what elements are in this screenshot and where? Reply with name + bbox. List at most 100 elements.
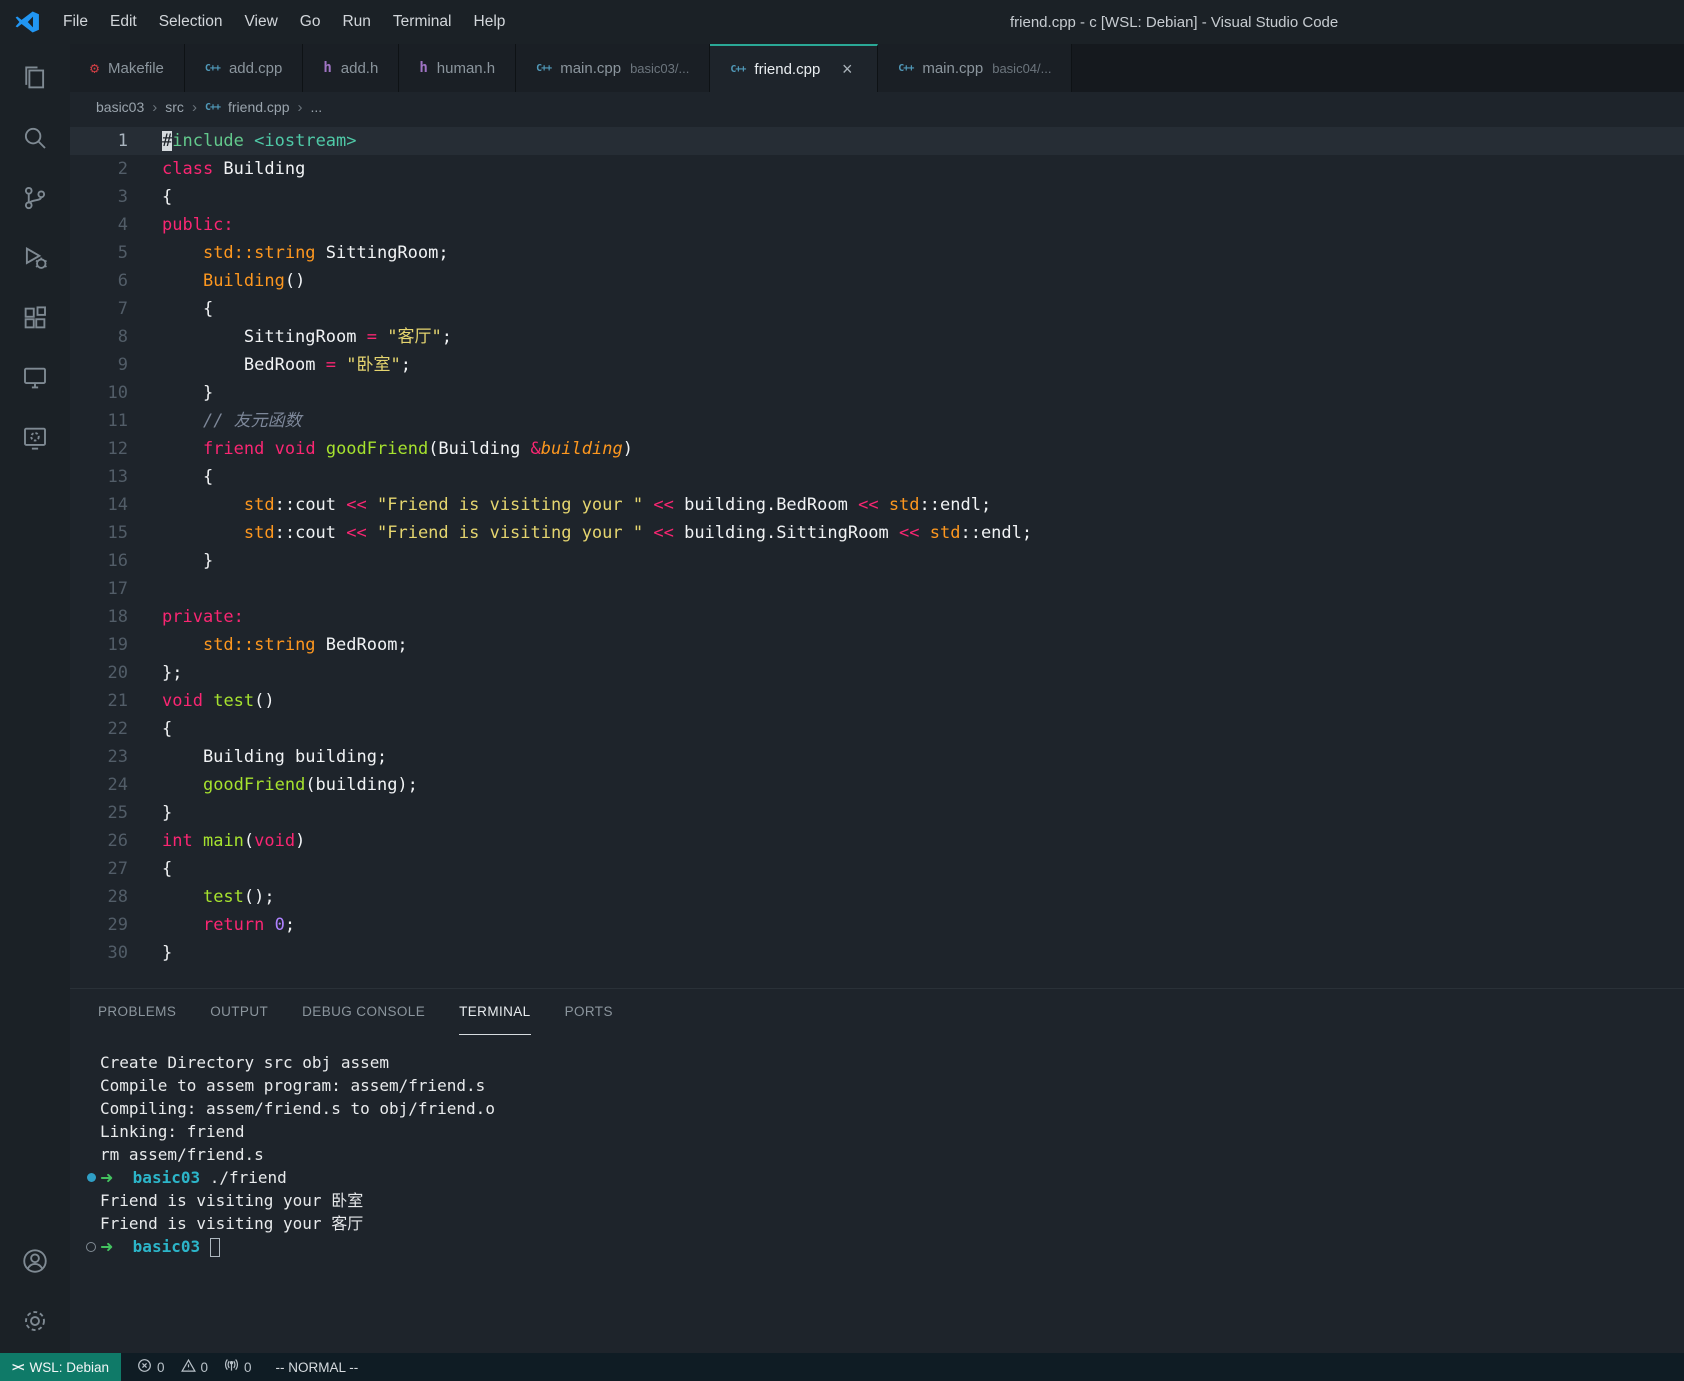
code-text: SittingRoom = "客厅"; [162,327,452,347]
line-number[interactable]: 22 [70,715,128,743]
line-number[interactable]: 7 [70,295,128,323]
line-number[interactable]: 5 [70,239,128,267]
breadcrumb-item[interactable]: ... [310,99,322,115]
close-icon[interactable]: × [837,59,857,80]
status-bar: >< WSL: Debian 0 0 0 -- NORMAL -- [0,1353,1684,1381]
code-text: } [162,551,214,571]
line-number[interactable]: 28 [70,883,128,911]
editor-tab-friendcpp[interactable]: C++ friend.cpp × [710,44,879,92]
breadcrumb-item[interactable]: src [165,99,184,115]
line-number[interactable]: 21 [70,687,128,715]
breadcrumb: basic03 › src › C++ friend.cpp ›... [70,92,1684,122]
line-number[interactable]: 16 [70,547,128,575]
vim-mode-indicator[interactable]: -- NORMAL -- [268,1353,367,1381]
code-line: 30} [70,939,1684,967]
line-number[interactable]: 12 [70,435,128,463]
code-text: void test() [162,691,275,711]
vscode-logo-icon [14,9,40,35]
editor-tab-maincpp[interactable]: C++ main.cpp basic04/... [878,44,1073,92]
menu-item-terminal[interactable]: Terminal [382,8,463,36]
activity-bar-accounts[interactable] [0,1233,70,1293]
activity-bar-settings[interactable] [0,1293,70,1353]
terminal-line: Compiling: assem/friend.s to obj/friend.… [100,1099,495,1118]
editor-tab-addcpp[interactable]: C++ add.cpp [184,44,304,92]
extensions-icon [20,303,50,338]
line-number[interactable]: 23 [70,743,128,771]
activity-bar-explorer[interactable] [0,50,70,110]
line-number[interactable]: 18 [70,603,128,631]
editor-tab-addh[interactable]: h add.h [303,44,400,92]
editor-tab-Makefile[interactable]: ⚙ Makefile [70,44,185,92]
menu-item-help[interactable]: Help [463,8,517,36]
line-number[interactable]: 14 [70,491,128,519]
code-line: 19 std::string BedRoom; [70,631,1684,659]
line-number[interactable]: 25 [70,799,128,827]
panel-tab-terminal[interactable]: TERMINAL [459,989,531,1035]
menu-item-selection[interactable]: Selection [148,8,234,36]
activity-bar-search[interactable] [0,110,70,170]
terminal-view[interactable]: Create Directory src obj assem Compile to… [70,1035,1684,1353]
line-number[interactable]: 30 [70,939,128,967]
line-number[interactable]: 24 [70,771,128,799]
line-number[interactable]: 11 [70,407,128,435]
editor-tab-maincpp[interactable]: C++ main.cpp basic03/... [516,44,711,92]
code-line: 17 [70,575,1684,603]
tab-detail: basic04/... [992,60,1052,76]
line-number[interactable]: 2 [70,155,128,183]
line-number[interactable]: 10 [70,379,128,407]
code-line: 28 test(); [70,883,1684,911]
remote-indicator[interactable]: >< WSL: Debian [0,1353,121,1381]
code-editor[interactable]: 1 #include <iostream> 2 class Building 3{4 pu… [70,122,1684,988]
line-number[interactable]: 19 [70,631,128,659]
line-number[interactable]: 29 [70,911,128,939]
panel-tab-problems[interactable]: PROBLEMS [98,989,176,1035]
code-line: 8 SittingRoom = "客厅"; [70,323,1684,351]
line-number[interactable]: 3 [70,183,128,211]
code-line: 4 public: [70,211,1684,239]
error-icon [137,1358,152,1376]
window-title: friend.cpp - c [WSL: Debian] - Visual St… [1010,13,1339,31]
line-number[interactable]: 17 [70,575,128,603]
activity-bar-extensions[interactable] [0,290,70,350]
menu-item-go[interactable]: Go [289,8,332,36]
line-number[interactable]: 20 [70,659,128,687]
line-number[interactable]: 27 [70,855,128,883]
breadcrumb-item[interactable]: basic03 [96,99,144,115]
activity-bar-run-debug[interactable] [0,230,70,290]
activity-bar-remote-targets[interactable] [0,410,70,470]
code-text: } [162,943,173,963]
breadcrumb-item[interactable]: friend.cpp [228,99,289,115]
code-line: 12 friend void goodFriend(Building &buil… [70,435,1684,463]
panel-tab-ports[interactable]: PORTS [565,989,613,1035]
cpp-file-icon: C++ [204,101,221,113]
panel-tab-output[interactable]: OUTPUT [210,989,268,1035]
chevron-right-icon: › [152,98,158,116]
line-number[interactable]: 26 [70,827,128,855]
code-text: public: [162,215,234,235]
code-text: { [162,467,214,487]
menu-item-run[interactable]: Run [331,8,381,36]
menu-item-file[interactable]: File [52,8,99,36]
line-number[interactable]: 15 [70,519,128,547]
activity-bar-source-control[interactable] [0,170,70,230]
menu-item-edit[interactable]: Edit [99,8,148,36]
line-number[interactable]: 4 [70,211,128,239]
command-decoration-icon [82,1173,100,1182]
code-text: } [162,803,173,823]
menu-item-view[interactable]: View [233,8,288,36]
editor-tab-humanh[interactable]: h human.h [399,44,517,92]
activity-bar-remote-explorer[interactable] [0,350,70,410]
problems-indicator[interactable]: 0 0 [129,1353,216,1381]
line-number[interactable]: 6 [70,267,128,295]
terminal-line: Friend is visiting your 卧室 [100,1191,364,1210]
line-number[interactable]: 13 [70,463,128,491]
code-line: 10 } [70,379,1684,407]
panel-tab-debug-console[interactable]: DEBUG CONSOLE [302,989,425,1035]
tab-label: human.h [436,59,496,77]
line-number[interactable]: 9 [70,351,128,379]
line-number[interactable]: 8 [70,323,128,351]
ports-indicator[interactable]: 0 [216,1353,260,1381]
code-text: }; [162,663,183,683]
line-number[interactable]: 1 [70,127,128,155]
tab-label: main.cpp [560,59,622,77]
